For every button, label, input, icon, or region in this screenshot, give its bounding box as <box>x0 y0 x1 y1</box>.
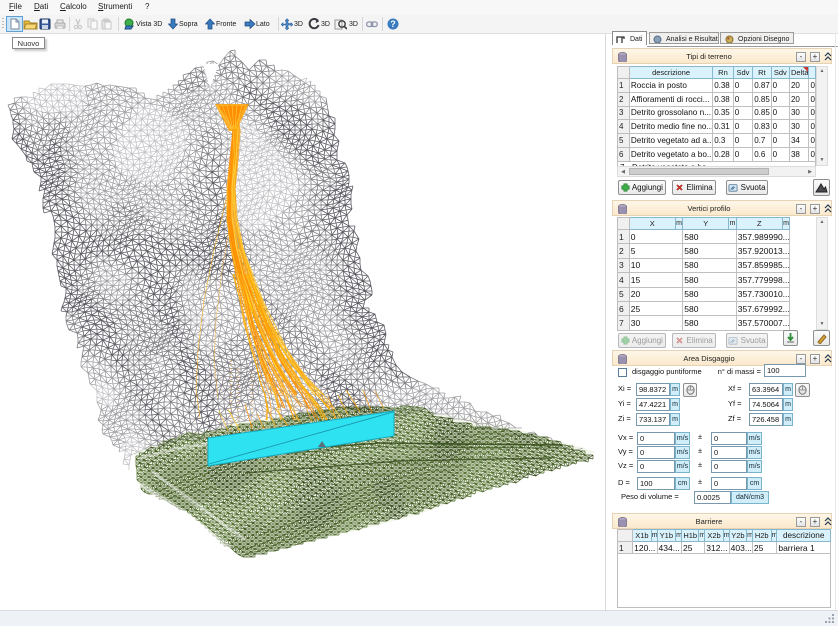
svg-text:?: ? <box>390 19 396 29</box>
